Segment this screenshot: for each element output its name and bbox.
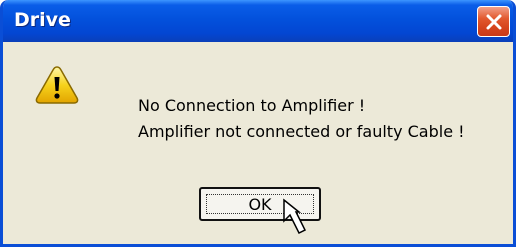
message-line-1: No Connection to Amplifier ! <box>138 96 366 115</box>
mouse-pointer-icon <box>283 198 307 235</box>
ok-button-label: OK <box>248 194 272 214</box>
message-line-2: Amplifier not connected or faulty Cable … <box>138 122 465 141</box>
warning-icon <box>35 66 79 104</box>
message-dialog: Drive No Connection to Amplifier ! Ampli… <box>0 0 516 247</box>
close-button[interactable] <box>477 6 510 37</box>
window-title: Drive <box>14 9 71 31</box>
title-bar[interactable]: Drive <box>3 0 513 42</box>
message-text: No Connection to Amplifier ! Amplifier n… <box>138 93 465 145</box>
close-icon <box>486 14 501 29</box>
